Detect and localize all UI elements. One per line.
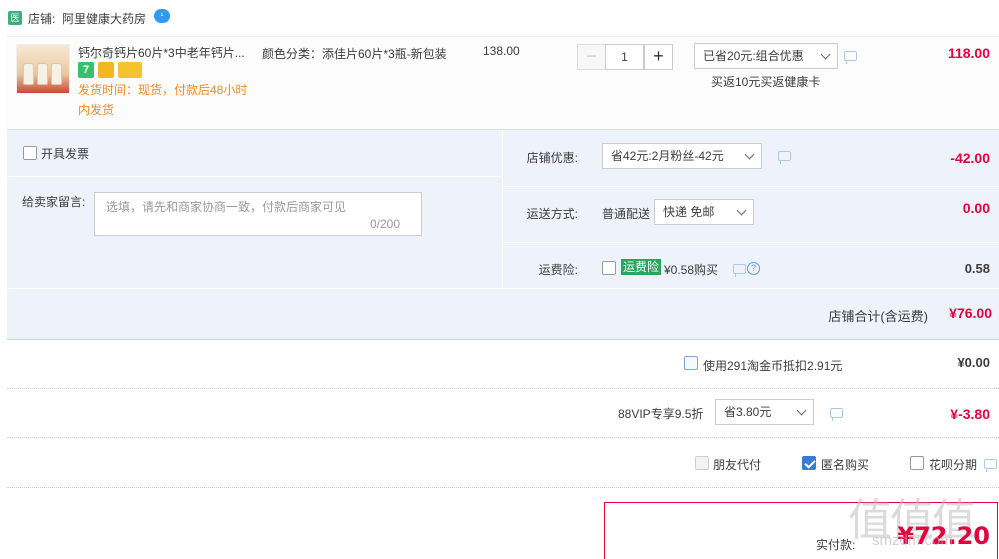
item-promo-value: 已省20元:组合优惠 bbox=[703, 49, 804, 63]
help-icon[interactable]: ? bbox=[747, 262, 760, 275]
divider bbox=[502, 242, 999, 243]
huabei-installment-label[interactable]: 花呗分期 bbox=[929, 456, 977, 473]
bottle-icon bbox=[51, 63, 62, 85]
vip-discount-value: 省3.80元 bbox=[724, 405, 772, 419]
ship-time-note: 发货时间：现货，付款后48小时内发货 bbox=[78, 83, 248, 117]
anonymous-purchase-label[interactable]: 匿名购买 bbox=[821, 456, 869, 473]
item-total-price: 118.00 bbox=[947, 45, 990, 61]
seller-message-count: 0/200 bbox=[370, 217, 401, 231]
shipping-amount: 0.00 bbox=[962, 200, 990, 216]
anonymous-purchase-checkbox[interactable] bbox=[802, 456, 816, 470]
product-thumbnail[interactable] bbox=[16, 44, 70, 94]
quantity-input[interactable]: 1 bbox=[605, 44, 644, 70]
pharmacy-badge-icon: 医 bbox=[8, 11, 22, 25]
divider bbox=[502, 130, 503, 288]
card-icon bbox=[118, 62, 142, 78]
shipping-method-label: 运送方式: bbox=[526, 207, 578, 221]
quantity-increase-button[interactable]: + bbox=[644, 44, 673, 70]
shop-coupon-amount: -42.00 bbox=[950, 150, 990, 166]
shop-coupon-value: 省42元:2月粉丝-42元 bbox=[611, 149, 724, 163]
unit-price: 138.00 bbox=[483, 44, 520, 58]
item-promo-select[interactable]: 已省20元:组合优惠 bbox=[694, 43, 838, 69]
divider bbox=[502, 186, 999, 187]
quantity-decrease-button[interactable]: − bbox=[577, 44, 606, 70]
bottle-icon bbox=[37, 63, 48, 85]
shop-header bbox=[0, 0, 999, 36]
shop-label: 店铺: bbox=[28, 12, 56, 26]
bottle-icon bbox=[23, 63, 34, 85]
shipping-insurance-label: 运费险: bbox=[538, 263, 578, 277]
insurance-info-icon[interactable] bbox=[733, 264, 746, 277]
vip-discount-label: 88VIP专享9.5折 bbox=[618, 407, 704, 421]
chat-bubble-icon[interactable]: ¹ bbox=[154, 9, 170, 23]
divider bbox=[7, 288, 999, 289]
shipping-insurance-price: ¥0.58购买 bbox=[664, 263, 719, 277]
shipping-insurance-amount: 0.58 bbox=[964, 261, 990, 276]
huabei-info-icon[interactable] bbox=[984, 459, 997, 472]
promo-note: 买返10元买返健康卡 bbox=[711, 75, 821, 89]
payment-label: 实付款: bbox=[816, 538, 856, 552]
chevron-down-icon bbox=[736, 205, 747, 216]
coins-row bbox=[7, 340, 999, 389]
shop-subtotal-value: ¥76.00 bbox=[949, 305, 992, 321]
coupon-info-icon[interactable] bbox=[778, 151, 791, 164]
seller-message-placeholder: 选填，请先和商家协商一致，付款后商家可见 bbox=[106, 200, 347, 214]
friend-pay-checkbox[interactable] bbox=[695, 456, 709, 470]
invoice-label[interactable]: 开具发票 bbox=[41, 145, 89, 162]
invoice-checkbox[interactable] bbox=[23, 146, 37, 160]
shipping-insurance-tag: 运费险 bbox=[621, 259, 662, 275]
shipping-type: 普通配送 bbox=[602, 207, 651, 221]
shop-coupon-select[interactable]: 省42元:2月粉丝-42元 bbox=[602, 143, 762, 169]
vip-discount-amount: ¥-3.80 bbox=[950, 406, 990, 422]
coins-label[interactable]: 使用291淘金币抵扣2.91元 bbox=[703, 357, 842, 374]
shop-name-link[interactable]: 阿里健康大药房 bbox=[62, 10, 146, 27]
product-variant: 颜色分类：添佳片60片*3瓶-新包装 bbox=[262, 47, 447, 61]
vip-info-icon[interactable] bbox=[830, 408, 843, 421]
guarantee-icon bbox=[98, 62, 114, 78]
huabei-installment-checkbox[interactable] bbox=[910, 456, 924, 470]
shop-coupon-label: 店铺优惠: bbox=[526, 151, 578, 165]
promo-info-icon[interactable] bbox=[844, 51, 857, 64]
chevron-down-icon bbox=[744, 149, 755, 160]
chevron-down-icon bbox=[796, 405, 807, 416]
seller-message-label: 给卖家留言: bbox=[22, 195, 86, 209]
product-title-link[interactable]: 钙尔奇钙片60片*3中老年钙片... bbox=[78, 44, 256, 61]
friend-pay-label[interactable]: 朋友代付 bbox=[713, 456, 761, 473]
watermark-url: smzdm.com bbox=[872, 532, 953, 549]
coins-checkbox[interactable] bbox=[684, 356, 698, 370]
divider bbox=[7, 176, 502, 177]
shipping-method-select[interactable]: 快递 免邮 bbox=[654, 199, 754, 225]
vip-discount-select[interactable]: 省3.80元 bbox=[715, 399, 814, 425]
vip-row bbox=[7, 389, 999, 438]
shop-subtotal-label: 店铺合计(含运费) bbox=[828, 309, 928, 324]
shipping-method-value: 快递 免邮 bbox=[663, 205, 715, 219]
coins-amount: ¥0.00 bbox=[957, 355, 990, 370]
shipping-insurance-checkbox[interactable] bbox=[602, 261, 616, 275]
chevron-down-icon bbox=[820, 49, 831, 60]
seven-day-return-icon: 7 bbox=[78, 62, 94, 78]
